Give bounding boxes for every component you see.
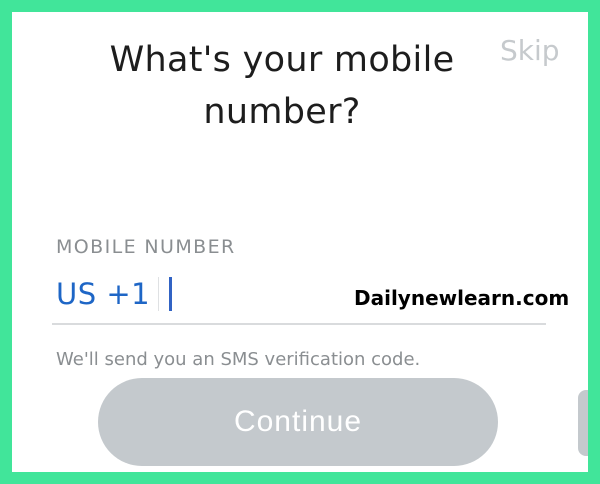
skip-button[interactable]: Skip [500, 34, 560, 67]
page-title: What's your mobile number? [109, 40, 455, 132]
mobile-number-label: MOBILE NUMBER [56, 236, 236, 258]
signup-screen: What's your mobile number? Skip MOBILE N… [12, 12, 588, 472]
watermark: Dailynewlearn.com [354, 286, 570, 310]
country-code-divider [158, 277, 160, 311]
offscreen-button-edge [578, 390, 588, 456]
phone-input-row[interactable]: US +1 [56, 272, 173, 316]
phone-input-underline [52, 323, 546, 325]
text-cursor [169, 277, 173, 311]
country-code-selector[interactable]: US +1 [56, 277, 150, 311]
sms-helper-text: We'll send you an SMS verification code. [56, 349, 421, 370]
continue-button[interactable]: Continue [98, 378, 498, 466]
